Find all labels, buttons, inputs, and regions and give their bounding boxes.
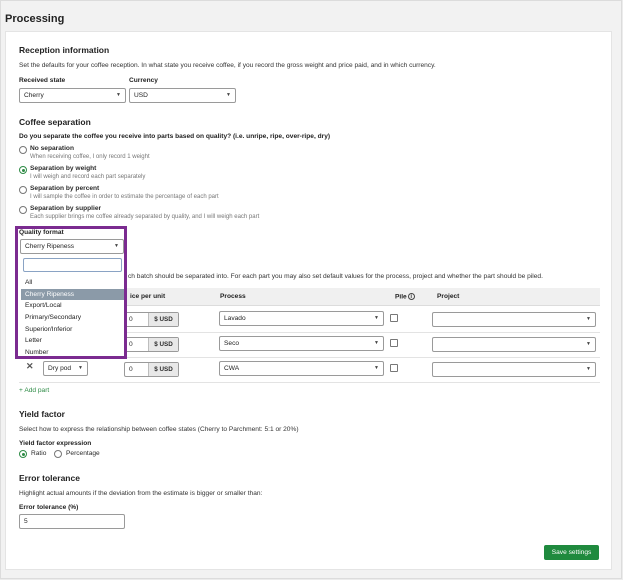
percentage-label: Percentage xyxy=(66,450,100,457)
quality-format-label: Quality format xyxy=(19,229,64,236)
currency-addon: $ USD xyxy=(148,338,178,351)
currency-value: USD xyxy=(134,92,148,99)
received-state-label: Received state xyxy=(19,77,66,84)
project-select[interactable]: ▼ xyxy=(432,312,596,327)
info-icon[interactable]: i xyxy=(407,293,415,300)
chevron-down-icon: ▼ xyxy=(114,243,119,249)
dropdown-option[interactable]: Number xyxy=(21,347,124,358)
chevron-down-icon: ▼ xyxy=(78,365,83,371)
quality-format-select[interactable]: Cherry Ripeness ▼ xyxy=(20,239,124,254)
currency-select[interactable]: USD ▼ xyxy=(129,88,236,103)
save-settings-button[interactable]: Save settings xyxy=(544,545,599,560)
chevron-down-icon: ▼ xyxy=(586,316,591,322)
option-title: Separation by percent xyxy=(30,185,100,192)
part-select[interactable]: Dry pod ▼ xyxy=(43,361,88,376)
ratio-radio[interactable] xyxy=(19,450,27,458)
process-select[interactable]: Seco ▼ xyxy=(219,336,384,351)
part-value: Dry pod xyxy=(48,365,72,372)
currency-label: Currency xyxy=(129,77,158,84)
dropdown-option-selected[interactable]: Cherry Ripeness xyxy=(21,289,124,300)
price-input[interactable]: 0 $ USD xyxy=(124,337,179,352)
project-select[interactable]: ▼ xyxy=(432,362,596,377)
reception-heading: Reception information xyxy=(19,45,110,55)
tolerance-description: Highlight actual amounts if the deviatio… xyxy=(19,490,263,497)
chevron-down-icon: ▼ xyxy=(374,340,379,346)
option-subtitle: When receiving coffee, I only record 1 w… xyxy=(30,154,150,160)
yield-description: Select how to express the relationship b… xyxy=(19,426,299,433)
dropdown-option[interactable]: Primary/Secondary xyxy=(21,312,124,323)
option-title: Separation by weight xyxy=(30,165,97,172)
dropdown-option[interactable]: Superior/Inferior xyxy=(21,324,124,335)
process-select[interactable]: CWA ▼ xyxy=(219,361,384,376)
yield-expression-label: Yield factor expression xyxy=(19,440,92,447)
price-input[interactable]: 0 $ USD xyxy=(124,362,179,377)
pile-checkbox[interactable] xyxy=(390,364,398,372)
price-input[interactable]: 0 $ USD xyxy=(124,312,179,327)
dropdown-search-input[interactable] xyxy=(23,258,122,272)
chevron-down-icon: ▼ xyxy=(374,365,379,371)
currency-addon: $ USD xyxy=(148,313,178,326)
radio-icon[interactable] xyxy=(19,146,27,154)
separation-heading: Coffee separation xyxy=(19,117,91,127)
dropdown-option[interactable]: All xyxy=(21,277,124,288)
separation-question: Do you separate the coffee you receive i… xyxy=(19,133,331,140)
option-title: No separation xyxy=(30,145,74,152)
received-state-value: Cherry xyxy=(24,92,44,99)
received-state-select[interactable]: Cherry ▼ xyxy=(19,88,126,103)
header-price: ice per unit xyxy=(130,293,166,300)
pile-checkbox[interactable] xyxy=(390,339,398,347)
quality-format-dropdown: Quality format Cherry Ripeness ▼ All Che… xyxy=(15,226,127,359)
option-title: Separation by supplier xyxy=(30,205,102,212)
radio-icon[interactable] xyxy=(19,206,27,214)
add-part-link[interactable]: + Add part xyxy=(19,387,49,394)
remove-part-icon[interactable]: ✕ xyxy=(26,361,34,372)
price-value: 0 xyxy=(129,366,133,373)
price-value: 0 xyxy=(129,341,133,348)
option-subtitle: Each supplier brings me coffee already s… xyxy=(30,214,260,220)
reception-description: Set the defaults for your coffee recepti… xyxy=(19,62,436,69)
project-select[interactable]: ▼ xyxy=(432,337,596,352)
tolerance-field-label: Error tolerance (%) xyxy=(19,504,79,511)
process-select[interactable]: Lavado ▼ xyxy=(219,311,384,326)
quality-format-value: Cherry Ripeness xyxy=(25,243,75,250)
option-subtitle: I will weigh and record each part separa… xyxy=(30,174,146,180)
tolerance-heading: Error tolerance xyxy=(19,473,80,483)
header-project: Project xyxy=(437,293,460,300)
percentage-radio[interactable] xyxy=(54,450,62,458)
radio-icon[interactable] xyxy=(19,186,27,194)
option-subtitle: I will sample the coffee in order to est… xyxy=(30,194,219,200)
process-value: Lavado xyxy=(224,315,246,322)
currency-addon: $ USD xyxy=(148,363,178,376)
page-title: Processing xyxy=(5,13,65,25)
ratio-label: Ratio xyxy=(31,450,47,457)
chevron-down-icon: ▼ xyxy=(586,366,591,372)
row-divider xyxy=(19,382,600,383)
radio-selected-icon[interactable] xyxy=(19,166,27,174)
header-pile: Pile i xyxy=(395,293,415,300)
process-value: Seco xyxy=(224,340,240,347)
dropdown-option[interactable]: Letter xyxy=(21,335,124,346)
chevron-down-icon: ▼ xyxy=(116,92,121,98)
header-process: Process xyxy=(220,293,246,300)
parts-description: ch batch should be separated into. For e… xyxy=(128,273,543,280)
chevron-down-icon: ▼ xyxy=(374,315,379,321)
chevron-down-icon: ▼ xyxy=(586,341,591,347)
yield-heading: Yield factor xyxy=(19,409,65,419)
pile-checkbox[interactable] xyxy=(390,314,398,322)
price-value: 0 xyxy=(129,316,133,323)
process-value: CWA xyxy=(224,365,240,372)
tolerance-input[interactable]: 5 xyxy=(19,514,125,529)
chevron-down-icon: ▼ xyxy=(226,92,231,98)
dropdown-option[interactable]: Export/Local xyxy=(21,300,124,311)
